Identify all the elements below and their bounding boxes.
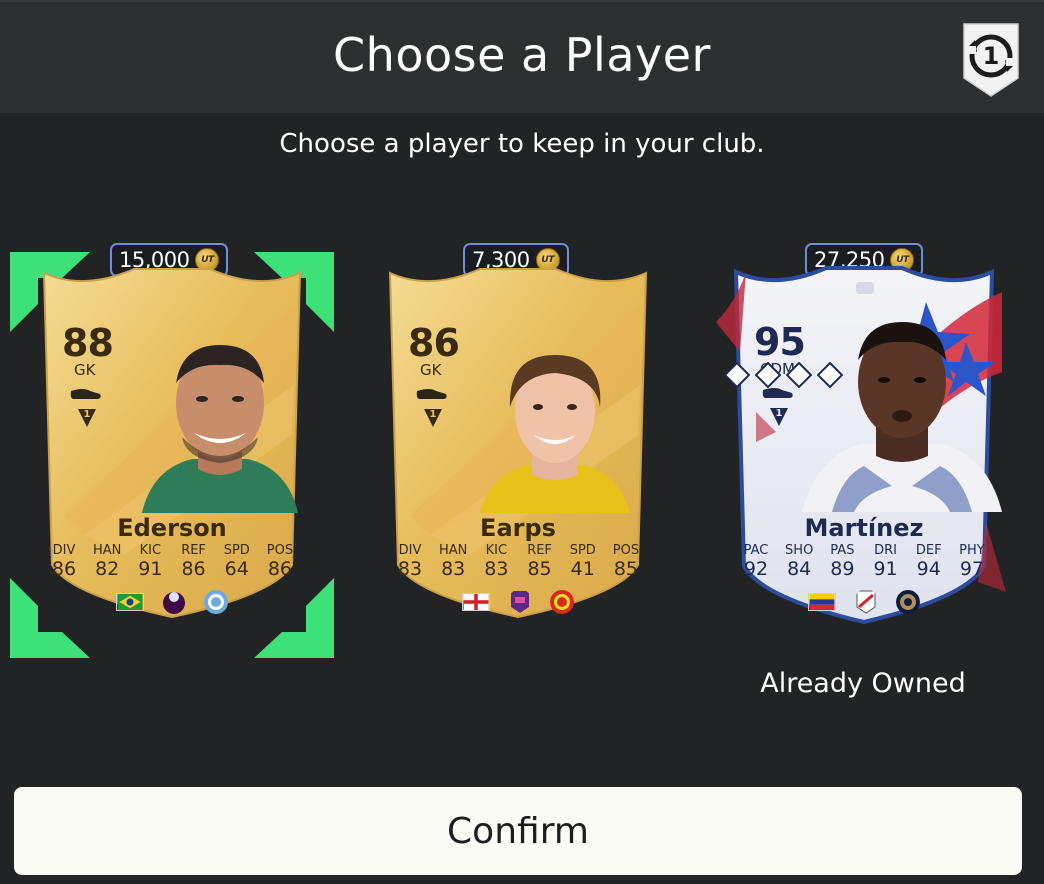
club-badges [716, 589, 1012, 615]
refresh-badge-label: 1 [982, 42, 1000, 70]
player-rating: 88 [62, 321, 114, 365]
skill-level-value: 1 [429, 409, 437, 420]
playstyle-tackle-icon [816, 361, 844, 389]
stat: SHO 84 [785, 543, 814, 580]
england-flag-icon [462, 593, 490, 611]
stat: POS 86 [266, 543, 294, 580]
player-card-martinez[interactable]: 95 CDM 1 Martínez PAC 92 SHO 84 PAS 89 DRI 9… [716, 262, 1012, 625]
stats-row: PAC 92 SHO 84 PAS 89 DRI 91 DEF 94 PHY 97 [736, 543, 992, 580]
stat: KIC 91 [138, 543, 163, 580]
player-portrait-ederson [142, 341, 298, 517]
stat: PAS 89 [830, 543, 855, 580]
stat: DIV 86 [51, 543, 77, 580]
refresh-badge-icon[interactable]: 1 [958, 20, 1024, 100]
wsl-crest-icon [511, 591, 529, 613]
usa-flag-icon [856, 282, 874, 294]
header-bar: Choose a Player 1 [0, 0, 1044, 113]
stat: SPD 64 [223, 543, 250, 580]
boot-icon [416, 389, 447, 399]
club-badges [24, 589, 320, 615]
player-position: GK [420, 361, 442, 379]
stat: REF 85 [527, 543, 552, 580]
player-card-ederson[interactable]: 88 GK 1 Ederson DIV 86 HAN 82 KIC 91 REF 86 … [24, 265, 320, 625]
player-name: Ederson [117, 514, 227, 542]
skill-level-value: 1 [775, 408, 783, 419]
manchester-city-crest-icon [204, 590, 228, 614]
skill-level-icon: 1 [76, 407, 98, 429]
player-rating: 95 [754, 320, 806, 364]
stat: HAN 83 [438, 543, 468, 580]
stat: DEF 94 [915, 543, 942, 580]
page-title: Choose a Player [333, 28, 711, 82]
confirm-button[interactable]: Confirm [14, 787, 1022, 875]
player-card-earps[interactable]: 86 GK 1 Earps DIV 83 HAN 83 KIC 83 REF 85 SP… [370, 265, 666, 625]
skill-level-value: 1 [83, 409, 91, 420]
playstyle-intercept-icon [754, 361, 782, 389]
boot-icon [70, 389, 101, 399]
player-name: Martínez [804, 514, 924, 542]
brazil-flag-icon [116, 593, 144, 611]
player-portrait-martinez [802, 316, 1002, 516]
stats-row: DIV 83 HAN 83 KIC 83 REF 85 SPD 41 POS 85 [390, 543, 646, 580]
playstyles-column [723, 361, 844, 402]
skill-level-icon: 1 [768, 406, 790, 428]
stat: POS 85 [612, 543, 640, 580]
player-rating: 86 [408, 321, 460, 365]
stat: REF 86 [181, 543, 206, 580]
stat: HAN 82 [92, 543, 122, 580]
player-portrait-earps [480, 351, 630, 517]
playstyle-pass-icon [785, 361, 813, 389]
skill-level-icon: 1 [422, 407, 444, 429]
stats-row: DIV 86 HAN 82 KIC 91 REF 86 SPD 64 POS 86 [44, 543, 300, 580]
mls-crest-icon [856, 590, 876, 614]
manchester-united-crest-icon [550, 590, 574, 614]
stat: DRI 91 [873, 543, 898, 580]
stat: KIC 83 [484, 543, 509, 580]
already-owned-label: Already Owned [760, 668, 966, 699]
player-position: GK [74, 361, 96, 379]
philadelphia-union-crest-icon [896, 590, 920, 614]
playstyle-power-icon [723, 361, 751, 389]
player-name: Earps [480, 514, 556, 542]
stat: SPD 41 [569, 543, 596, 580]
venezuela-flag-icon [808, 593, 836, 611]
stat: DIV 83 [397, 543, 423, 580]
premier-league-crest-icon [163, 592, 185, 614]
stat: PAC 92 [743, 543, 769, 580]
club-badges [370, 589, 666, 615]
stat: PHY 97 [959, 543, 985, 580]
instruction-text: Choose a player to keep in your club. [279, 129, 765, 159]
